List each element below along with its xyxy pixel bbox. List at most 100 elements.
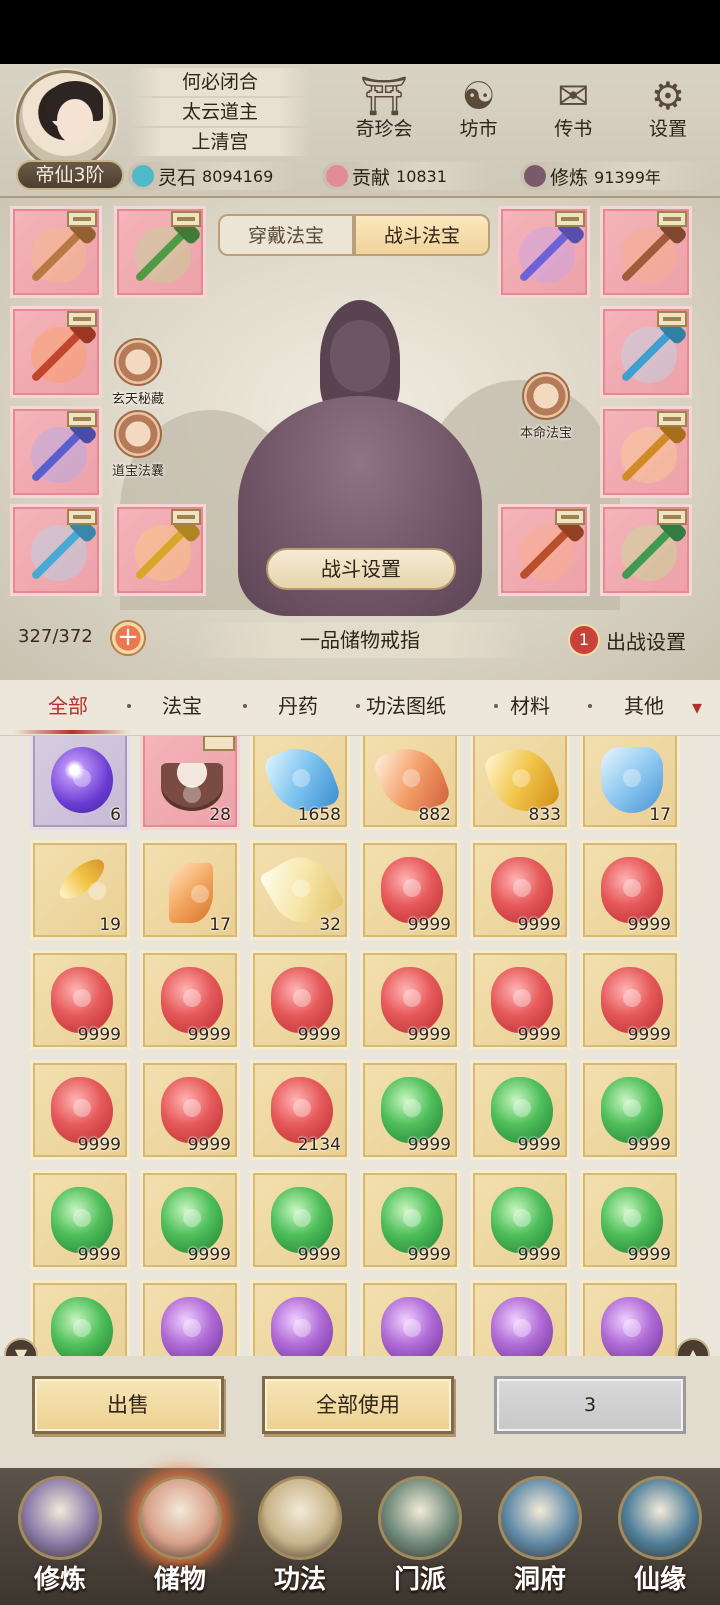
equip-slot[interactable] [10, 206, 102, 298]
inventory-item[interactable]: 9999 [30, 1060, 130, 1160]
mystic-vault-button[interactable]: 玄天秘藏 [112, 338, 164, 407]
green-item-icon [161, 1187, 223, 1253]
tab-worn-treasure[interactable]: 穿戴法宝 [218, 214, 354, 256]
equip-slot[interactable] [600, 306, 692, 398]
inventory-item[interactable] [470, 1280, 570, 1356]
inventory-item[interactable]: 9999 [250, 950, 350, 1050]
inventory-item[interactable]: 9999 [360, 1170, 460, 1270]
equip-slot[interactable] [10, 306, 102, 398]
inventory-item[interactable]: 9999 [360, 840, 460, 940]
top-nav-label: 坊市 [459, 118, 498, 140]
item-count: 2134 [297, 1135, 341, 1155]
inventory-item[interactable]: 1658 [250, 736, 350, 830]
equip-slot[interactable] [114, 206, 206, 298]
natal-treasure-button[interactable]: 本命法宝 [520, 372, 572, 441]
inventory-item[interactable]: 17 [140, 840, 240, 940]
use-all-button[interactable]: 全部使用 [262, 1376, 454, 1434]
bottom-nav: 修炼 储物 功法 门派 洞府 仙缘 [0, 1468, 720, 1605]
bottom-nav-item[interactable]: 门派 [362, 1476, 478, 1602]
inventory-item[interactable]: 882 [360, 736, 460, 830]
equip-slot[interactable] [10, 504, 102, 596]
inventory-item[interactable]: 9999 [360, 1060, 460, 1160]
bottom-nav-item[interactable]: 仙缘 [602, 1476, 718, 1602]
inventory-item[interactable] [250, 1280, 350, 1356]
inventory-item[interactable]: 9999 [140, 1170, 240, 1270]
purple-item-icon [601, 1297, 663, 1356]
cave-mansion-icon [498, 1476, 582, 1560]
red-item-icon [271, 967, 333, 1033]
tab-all[interactable]: 全部 [48, 680, 88, 736]
inventory-item[interactable]: 9999 [470, 1170, 570, 1270]
equip-slot[interactable] [114, 504, 206, 596]
top-nav-market[interactable]: ☯ 坊市 [435, 74, 523, 154]
inventory-item[interactable]: 9999 [580, 840, 680, 940]
equip-slot[interactable] [498, 206, 590, 298]
inventory-item[interactable]: 9999 [30, 950, 130, 1050]
equipped-tag-icon [67, 311, 97, 327]
item-count: 9999 [187, 1025, 231, 1045]
inventory-item[interactable]: 9999 [30, 1170, 130, 1270]
resource-value: 91399年 [594, 168, 661, 187]
inventory-item[interactable]: 32 [250, 840, 350, 940]
equip-slot[interactable] [600, 504, 692, 596]
green-item-icon [381, 1077, 443, 1143]
red-item-icon [51, 967, 113, 1033]
chevron-down-icon[interactable]: ▾ [684, 694, 710, 720]
tab-materials[interactable]: 材料 [510, 680, 550, 736]
storage-ring-name[interactable]: 一品储物戒指 [190, 622, 530, 658]
tab-treasure[interactable]: 法宝 [162, 680, 202, 736]
deploy-settings-button[interactable]: 1 出战设置 [568, 622, 686, 658]
inventory-item[interactable]: 9999 [140, 1060, 240, 1160]
bottom-nav-item[interactable]: 修炼 [2, 1476, 118, 1602]
bottom-nav-item[interactable]: 洞府 [482, 1476, 598, 1602]
tab-separator [588, 704, 592, 708]
equip-slot[interactable] [10, 406, 102, 498]
inventory-item[interactable]: 28 [140, 736, 240, 830]
inventory-item[interactable]: 9999 [470, 840, 570, 940]
item-count: 9999 [407, 1025, 451, 1045]
tab-techniques[interactable]: 功法图纸 [366, 680, 446, 736]
top-nav-treasure-auction[interactable]: ⛩ 奇珍会 [340, 74, 428, 154]
top-nav-mail[interactable]: ✉ 传书 [529, 74, 617, 154]
item-count: 19 [99, 915, 121, 935]
sell-button[interactable]: 出售 [32, 1376, 224, 1434]
inventory-item[interactable]: 9999 [360, 950, 460, 1050]
treasure-bag-button[interactable]: 道宝法囊 [112, 410, 164, 479]
equip-slot[interactable] [600, 406, 692, 498]
tab-battle-treasure[interactable]: 战斗法宝 [354, 214, 490, 256]
battle-settings-button[interactable]: 战斗设置 [266, 548, 456, 590]
item-count: 833 [528, 805, 561, 825]
inventory-item[interactable]: 2134 [250, 1060, 350, 1160]
active-tab-underline [14, 730, 130, 734]
bound-tag-icon [203, 736, 235, 751]
tab-other[interactable]: 其他 [624, 680, 664, 736]
quantity-field[interactable]: 3 [494, 1376, 686, 1434]
inventory-item[interactable]: 9999 [580, 950, 680, 1050]
inventory-item[interactable] [140, 1280, 240, 1356]
tab-pills[interactable]: 丹药 [278, 680, 318, 736]
market-icon: ☯ [461, 74, 496, 118]
inventory-item[interactable]: 9999 [470, 950, 570, 1050]
inventory-item[interactable]: 19 [30, 840, 130, 940]
inventory-item[interactable] [30, 1280, 130, 1356]
inventory-item[interactable]: 6 [30, 736, 130, 830]
avatar[interactable]: 帝仙3阶 [10, 70, 124, 190]
expand-storage-button[interactable]: + [110, 620, 146, 656]
resource-value: 10831 [396, 166, 447, 186]
bottom-nav-item[interactable]: 储物 [122, 1476, 238, 1602]
equip-slot[interactable] [498, 504, 590, 596]
inventory-item[interactable] [580, 1280, 680, 1356]
spirit-stone-icon [132, 165, 154, 187]
inventory-item[interactable]: 9999 [470, 1060, 570, 1160]
inventory-item[interactable] [360, 1280, 460, 1356]
inventory-item[interactable]: 9999 [140, 950, 240, 1050]
inventory-item[interactable]: 9999 [250, 1170, 350, 1270]
top-nav-settings[interactable]: ⚙ 设置 [624, 74, 712, 154]
bottom-nav-item[interactable]: 功法 [242, 1476, 358, 1602]
inventory-item[interactable]: 9999 [580, 1170, 680, 1270]
item-count: 9999 [187, 1135, 231, 1155]
inventory-item[interactable]: 9999 [580, 1060, 680, 1160]
inventory-item[interactable]: 833 [470, 736, 570, 830]
inventory-item[interactable]: 17 [580, 736, 680, 830]
equip-slot[interactable] [600, 206, 692, 298]
